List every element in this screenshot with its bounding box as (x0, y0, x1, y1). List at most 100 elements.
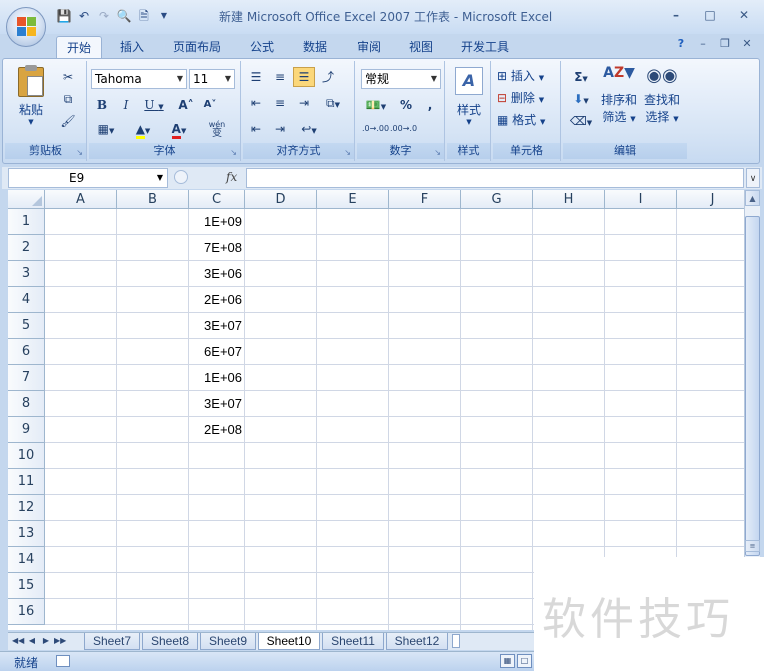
alignment-launcher-icon[interactable]: ↘ (344, 148, 351, 157)
tab-page-layout[interactable]: 页面布局 (164, 36, 230, 58)
cell-c5[interactable]: 3E+07 (189, 313, 245, 339)
sheet-tab-sheet11[interactable]: Sheet11 (322, 633, 384, 650)
increase-decimal-button[interactable]: .0→.00 (361, 119, 389, 139)
next-sheet-icon[interactable]: ▶ (40, 634, 52, 648)
bold-button[interactable]: B (91, 95, 113, 115)
print-preview-icon[interactable]: 🔍 (116, 8, 132, 24)
borders-button[interactable]: ▦▼ (91, 119, 121, 139)
row-header-9[interactable]: 9 (8, 417, 45, 443)
row-header-3[interactable]: 3 (8, 261, 45, 287)
tab-data[interactable]: 数据 (292, 36, 338, 58)
cell-c7[interactable]: 1E+06 (189, 365, 245, 391)
customize-qat-icon[interactable]: ▼ (156, 8, 172, 24)
cell-c9[interactable]: 2E+08 (189, 417, 245, 443)
row-header-10[interactable]: 10 (8, 443, 45, 469)
column-header-j[interactable]: J (677, 190, 744, 209)
orientation-icon[interactable]: ⤴ (317, 67, 339, 87)
tab-formulas[interactable]: 公式 (240, 36, 284, 58)
column-header-i[interactable]: I (605, 190, 677, 209)
clipboard-launcher-icon[interactable]: ↘ (76, 148, 83, 157)
save-icon[interactable]: 💾 (56, 8, 72, 24)
delete-cells-button[interactable]: ⊟ 删除 ▼ (497, 89, 544, 106)
workbook-restore-button[interactable]: ❐ (718, 37, 732, 50)
paste-button[interactable]: 粘贴 ▼ (13, 65, 49, 126)
office-button[interactable] (6, 7, 46, 47)
number-format-select[interactable]: 常规 ▼ (361, 69, 441, 89)
align-left-icon[interactable]: ⇤ (245, 93, 267, 113)
row-header-1[interactable]: 1 (8, 209, 45, 235)
autosum-button[interactable]: Σ▼ (567, 67, 595, 87)
column-header-e[interactable]: E (317, 190, 389, 209)
decrease-indent-icon[interactable]: ⇤ (245, 119, 267, 139)
cell-c3[interactable]: 3E+06 (189, 261, 245, 287)
tab-developer[interactable]: 开发工具 (452, 36, 518, 58)
wrap-text-icon[interactable]: ↩▼ (293, 119, 325, 139)
comma-button[interactable]: , (419, 95, 441, 115)
row-header-4[interactable]: 4 (8, 287, 45, 313)
maximize-button[interactable]: □ (696, 6, 724, 24)
last-sheet-icon[interactable]: ▶▶ (54, 634, 66, 648)
font-name-select[interactable]: Tahoma ▼ (91, 69, 187, 89)
expand-formula-bar-icon[interactable]: ∨ (746, 168, 760, 188)
prev-sheet-icon[interactable]: ◀ (26, 634, 38, 648)
align-right-icon[interactable]: ⇥ (293, 93, 315, 113)
tab-review[interactable]: 审阅 (346, 36, 392, 58)
sheet-tab-sheet9[interactable]: Sheet9 (200, 633, 256, 650)
cell-c4[interactable]: 2E+06 (189, 287, 245, 313)
copy-icon[interactable]: ⧉ (57, 89, 79, 109)
column-header-h[interactable]: H (533, 190, 605, 209)
row-header-6[interactable]: 6 (8, 339, 45, 365)
tab-view[interactable]: 视图 (398, 36, 444, 58)
align-center-icon[interactable]: ≡ (269, 93, 291, 113)
first-sheet-icon[interactable]: ◀◀ (12, 634, 24, 648)
sheet-tab-sheet8[interactable]: Sheet8 (142, 633, 198, 650)
tab-insert[interactable]: 插入 (110, 36, 154, 58)
workbook-close-button[interactable]: ✕ (740, 37, 754, 50)
accounting-format-icon[interactable]: 💵▼ (361, 95, 391, 115)
page-layout-view-icon[interactable]: □ (517, 654, 532, 668)
number-launcher-icon[interactable]: ↘ (434, 148, 441, 157)
column-header-d[interactable]: D (245, 190, 317, 209)
find-select-button[interactable]: ◉◉ 查找和 选择 ▼ (641, 65, 683, 129)
insert-function-button[interactable]: fx (226, 170, 237, 184)
row-header-16[interactable]: 16 (8, 599, 45, 625)
grow-font-button[interactable]: A˄ (175, 95, 197, 115)
sheet-tab-sheet10[interactable]: Sheet10 (258, 633, 320, 650)
align-top-icon[interactable]: ☰ (245, 67, 267, 87)
column-header-f[interactable]: F (389, 190, 461, 209)
format-painter-icon[interactable]: 🖌 (57, 111, 79, 131)
merge-center-icon[interactable]: ⧉▼ (317, 93, 349, 113)
decrease-decimal-button[interactable]: .00→.0 (389, 119, 417, 139)
italic-button[interactable]: I (115, 95, 137, 115)
new-document-icon[interactable]: 🗎 (136, 8, 152, 24)
close-button[interactable]: ✕ (730, 6, 758, 24)
row-header-7[interactable]: 7 (8, 365, 45, 391)
row-header-14[interactable]: 14 (8, 547, 45, 573)
column-header-b[interactable]: B (117, 190, 189, 209)
align-middle-icon[interactable]: ≡ (269, 67, 291, 87)
help-icon[interactable]: ? (674, 37, 688, 50)
shrink-font-button[interactable]: A˅ (199, 95, 221, 115)
fill-color-button[interactable]: ▲▼ (127, 119, 159, 139)
fill-button[interactable]: ⬇▼ (567, 89, 595, 109)
font-color-button[interactable]: A▼ (163, 119, 195, 139)
column-header-c[interactable]: C (189, 190, 245, 209)
row-header-2[interactable]: 2 (8, 235, 45, 261)
percent-button[interactable]: % (395, 95, 417, 115)
minimize-button[interactable]: – (662, 6, 690, 24)
cell-c2[interactable]: 7E+08 (189, 235, 245, 261)
row-header-15[interactable]: 15 (8, 573, 45, 599)
row-header-8[interactable]: 8 (8, 391, 45, 417)
insert-cells-button[interactable]: ⊞ 插入 ▼ (497, 67, 544, 84)
sort-filter-button[interactable]: AZ▼ 排序和 筛选 ▼ (599, 65, 639, 129)
workbook-minimize-button[interactable]: – (696, 37, 710, 50)
cell-c6[interactable]: 6E+07 (189, 339, 245, 365)
font-launcher-icon[interactable]: ↘ (230, 148, 237, 157)
column-header-g[interactable]: G (461, 190, 533, 209)
row-header-12[interactable]: 12 (8, 495, 45, 521)
align-bottom-icon[interactable]: ☰ (293, 67, 315, 87)
select-all-button[interactable] (8, 190, 45, 209)
column-header-a[interactable]: A (45, 190, 117, 209)
sheet-tab-sheet12[interactable]: Sheet12 (386, 633, 448, 650)
cut-icon[interactable]: ✂ (57, 67, 79, 87)
